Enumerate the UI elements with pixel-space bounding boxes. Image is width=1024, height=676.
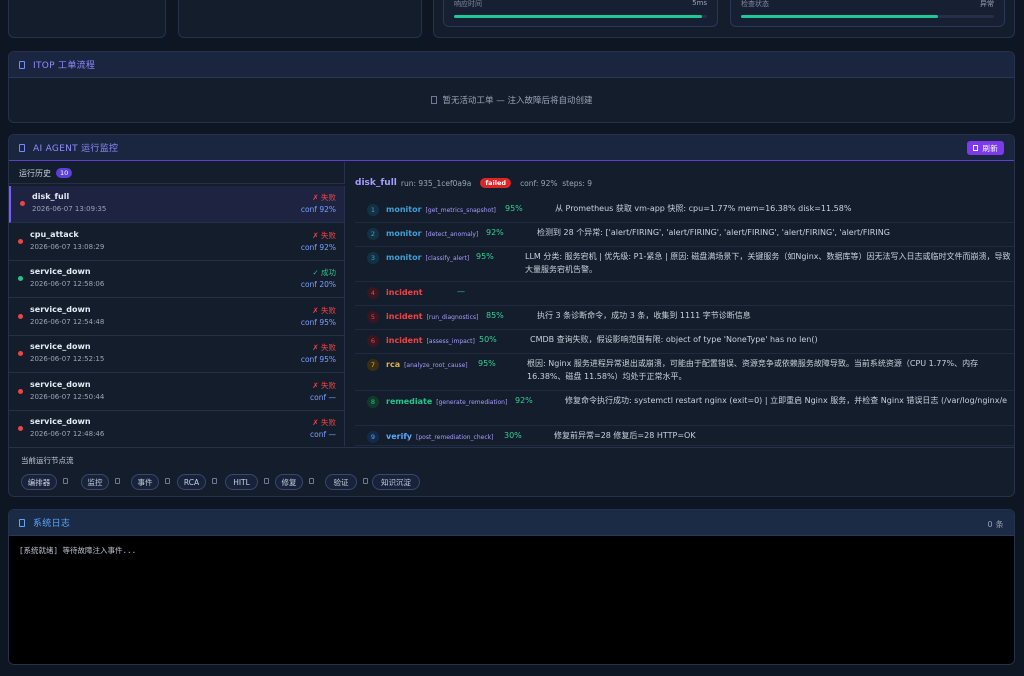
syslog-line: [系统就绪] 等待故障注入事件...: [19, 546, 137, 555]
log-icon: [19, 518, 25, 527]
flow-arrow-icon: [115, 478, 120, 484]
itop-title: ITOP 工单流程: [33, 61, 96, 71]
metric-response-bar: [454, 15, 707, 18]
syslog-header: 系统日志 0 条: [9, 510, 1014, 536]
top-card-metrics: 响应时间 5ms 检查状态 异常: [433, 0, 1015, 38]
top-card-1: [8, 0, 166, 38]
itop-empty-text: 暂无活动工单 — 注入故障后将自动创建: [442, 96, 593, 106]
metric-probe-value: 异常: [980, 0, 994, 8]
empty-ticket-icon: [430, 96, 437, 104]
flow-arrow-icon: [363, 478, 368, 484]
ticket-icon: [19, 60, 25, 69]
flow-node[interactable]: HITL: [225, 474, 258, 490]
metric-probe-label: 检查状态: [741, 0, 769, 8]
itop-panel: ITOP 工单流程 暂无活动工单 — 注入故障后将自动创建: [8, 51, 1015, 123]
top-card-2: [178, 0, 422, 38]
node-flow: 编排器 监控 事件 RCA HITL 修复 验证 知识沉淀: [9, 135, 1014, 496]
flow-node[interactable]: RCA: [177, 474, 206, 490]
flow-arrow-icon: [63, 478, 68, 484]
syslog-title: 系统日志: [33, 519, 71, 529]
metric-probe-status: 检查状态 异常: [730, 0, 1005, 27]
itop-empty-state: 暂无活动工单 — 注入故障后将自动创建: [9, 94, 1014, 106]
metric-response-time: 响应时间 5ms: [443, 0, 718, 27]
metric-probe-bar: [741, 15, 994, 18]
flow-arrow-icon: [165, 478, 170, 484]
flow-node[interactable]: 修复: [275, 474, 303, 490]
flow-node[interactable]: 验证: [325, 474, 357, 490]
agent-panel: AI AGENT 运行监控 刷新 运行历史 10 disk_full 2026-0…: [8, 134, 1015, 497]
flow-node[interactable]: 监控: [81, 474, 109, 490]
flow-node[interactable]: 编排器: [21, 474, 57, 490]
syslog-count: 0 条: [987, 520, 1004, 529]
metric-response-value: 5ms: [692, 0, 707, 7]
syslog-console[interactable]: [系统就绪] 等待故障注入事件...: [9, 536, 1014, 664]
metric-response-label: 响应时间: [454, 0, 482, 8]
flow-arrow-icon: [309, 478, 314, 484]
flow-node[interactable]: 知识沉淀: [372, 474, 420, 490]
flow-node[interactable]: 事件: [131, 474, 159, 490]
flow-arrow-icon: [264, 478, 269, 484]
flow-arrow-icon: [212, 478, 217, 484]
itop-header: ITOP 工单流程: [9, 52, 1014, 78]
syslog-panel: 系统日志 0 条 [系统就绪] 等待故障注入事件...: [8, 509, 1015, 665]
